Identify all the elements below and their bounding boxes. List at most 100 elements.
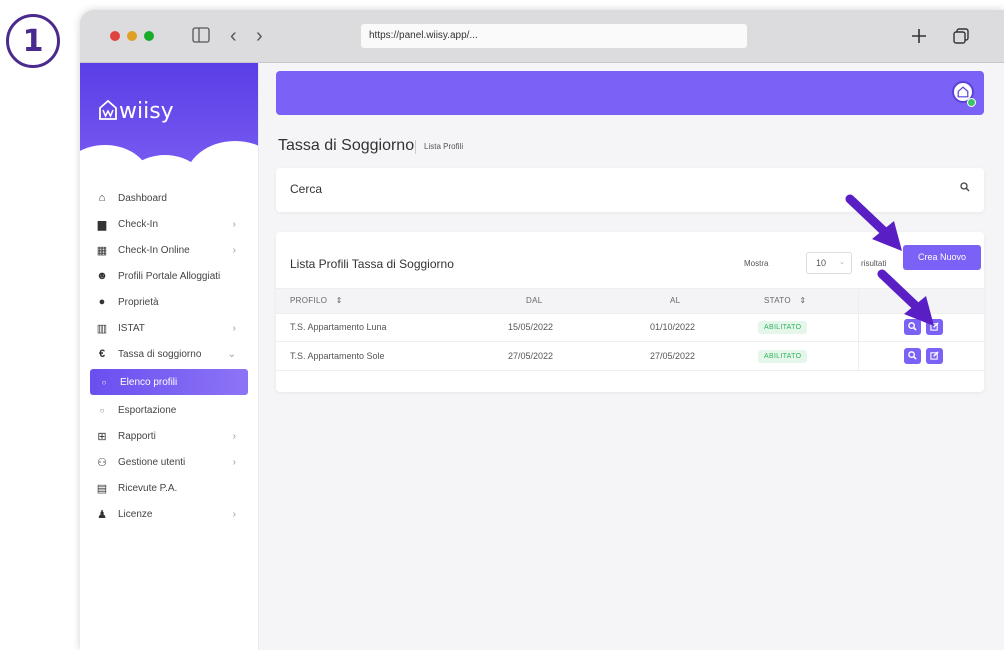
sidebar-item-proprieta[interactable]: ● Proprietà (80, 289, 258, 315)
column-label: STATO (764, 296, 791, 305)
edit-icon (930, 351, 939, 360)
chevron-right-icon: › (232, 430, 236, 442)
sidebar-item-elenco-profili[interactable]: ○ Elenco profili (90, 369, 248, 395)
search-label: Cerca (290, 182, 323, 196)
sidebar-item-check-in-online[interactable]: ▦ Check-In Online › (80, 237, 258, 263)
column-divider (858, 313, 859, 341)
circle-icon: ○ (99, 405, 105, 415)
status-badge: ABILITATO (758, 321, 808, 334)
plus-icon[interactable] (910, 27, 928, 45)
sidebar-item-tassa-di-soggiorno[interactable]: € Tassa di soggiorno ⌄ (80, 341, 258, 367)
sort-icon: ⇕ (799, 296, 807, 305)
home-icon: ⌂ (98, 192, 106, 204)
date-to: 27/05/2022 (650, 351, 696, 361)
chevron-right-icon: › (232, 508, 236, 520)
euro-icon: € (98, 348, 106, 360)
users-icon: ⚇ (97, 456, 107, 469)
sidebar-item-gestione-utenti[interactable]: ⚇ Gestione utenti › (80, 449, 258, 475)
sort-icon: ⇕ (335, 296, 343, 305)
sidebar-item-label: Check-In (118, 218, 159, 230)
sidebar-header: wiisy (80, 63, 258, 178)
receipt-icon: ▤ (96, 482, 108, 495)
browser-titlebar: ‹ › https://panel.wiisy.app/... (80, 10, 1004, 63)
minimize-window-dot[interactable] (127, 31, 137, 41)
chevron-right-icon: › (232, 218, 236, 230)
sidebar-toggle-icon[interactable] (192, 27, 210, 43)
chevron-down-icon: ⌄ (227, 348, 236, 360)
search-icon (908, 351, 917, 360)
brand-name: wiisy (119, 99, 174, 124)
sidebar-item-check-in[interactable]: ▆ Check-In › (80, 211, 258, 237)
date-from: 15/05/2022 (508, 322, 554, 332)
sidebar-item-licenze[interactable]: ♟ Licenze › (80, 501, 258, 527)
annotation-arrow-icon (845, 194, 902, 251)
column-header-stato[interactable]: STATO ⇕ (764, 289, 806, 313)
column-label: PROFILO (290, 296, 328, 305)
column-header-profilo[interactable]: PROFILO ⇕ (290, 289, 343, 313)
map-marker-icon: ● (98, 296, 106, 308)
sidebar-item-dashboard[interactable]: ⌂ Dashboard (80, 185, 258, 211)
chevron-right-icon: › (232, 244, 236, 256)
browser-window: ‹ › https://panel.wiisy.app/... wiisy ⌂ D… (80, 10, 1004, 650)
sidebar-item-label: ISTAT (118, 322, 145, 334)
close-window-dot[interactable] (110, 31, 120, 41)
page-title: Tassa di Soggiorno (278, 137, 415, 154)
back-arrow-icon[interactable]: ‹ (230, 22, 237, 50)
sidebar-item-label: Proprietà (118, 296, 159, 308)
sidebar-item-label: Esportazione (118, 404, 177, 416)
sidebar-nav: ⌂ Dashboard ▆ Check-In › ▦ Check-In Online › … (80, 185, 258, 527)
breadcrumb: Lista Profili (415, 140, 463, 154)
book-icon: ▆ (97, 218, 107, 231)
sidebar-item-label: Rapporti (118, 430, 156, 442)
chevron-right-icon: › (232, 322, 236, 334)
sidebar-item-esportazione[interactable]: ○ Esportazione (80, 397, 258, 423)
list-title: Lista Profili Tassa di Soggiorno (290, 257, 454, 271)
show-label: Mostra (744, 259, 769, 268)
date-to: 01/10/2022 (650, 322, 696, 332)
forward-arrow-icon[interactable]: › (256, 22, 263, 50)
profile-name: T.S. Appartamento Luna (290, 322, 387, 332)
sidebar-item-label: Licenze (118, 508, 153, 520)
chevron-right-icon: › (232, 456, 236, 468)
calendar-check-icon: ▦ (96, 244, 108, 257)
profile-name: T.S. Appartamento Sole (290, 351, 385, 361)
per-page-value: 10 (816, 258, 827, 268)
status-badge: ABILITATO (758, 350, 808, 363)
sidebar-item-rapporti[interactable]: ⊞ Rapporti › (80, 423, 258, 449)
circle-icon: ○ (101, 377, 107, 387)
table-row: T.S. Appartamento Sole 27/05/2022 27/05/… (276, 342, 984, 371)
online-status-dot (967, 98, 976, 107)
sidebar-item-istat[interactable]: ▥ ISTAT › (80, 315, 258, 341)
search-icon[interactable] (960, 182, 970, 195)
sidebar-item-label: Ricevute P.A. (118, 482, 178, 494)
users-id-icon: ☻ (96, 270, 108, 282)
sidebar: wiisy ⌂ Dashboard ▆ Check-In › ▦ Check-In On… (80, 63, 259, 650)
user-key-icon: ♟ (97, 508, 107, 521)
house-logo-icon (99, 99, 117, 120)
maximize-window-dot[interactable] (144, 31, 154, 41)
create-new-button[interactable]: Crea Nuovo (903, 245, 981, 270)
edit-button[interactable] (926, 348, 943, 364)
cloud-decoration (185, 141, 258, 178)
column-divider (858, 342, 859, 370)
sidebar-item-label: Check-In Online (118, 244, 190, 256)
step-number-badge: 1 (6, 14, 60, 68)
sidebar-item-label: Tassa di soggiorno (118, 348, 202, 360)
column-divider (858, 289, 859, 313)
sidebar-item-ricevute-pa[interactable]: ▤ Ricevute P.A. (80, 475, 258, 501)
sidebar-item-profili-portale[interactable]: ☻ Profili Portale Alloggiati (80, 263, 258, 289)
table-icon: ⊞ (97, 430, 107, 443)
results-label: risultati (861, 259, 887, 268)
sidebar-item-label: Dashboard (118, 192, 167, 204)
annotation-arrow-icon (877, 269, 934, 326)
date-from: 27/05/2022 (508, 351, 554, 361)
top-header-bar (276, 71, 984, 115)
tabs-overview-icon[interactable] (952, 27, 970, 45)
sidebar-item-label: Elenco profili (120, 376, 178, 388)
sidebar-item-label: Profili Portale Alloggiati (118, 270, 221, 282)
view-button[interactable] (904, 348, 921, 364)
brand-logo[interactable]: wiisy (98, 99, 174, 124)
address-bar[interactable]: https://panel.wiisy.app/... (360, 23, 748, 49)
sidebar-item-label: Gestione utenti (118, 456, 186, 468)
house-logo-icon (957, 86, 969, 98)
